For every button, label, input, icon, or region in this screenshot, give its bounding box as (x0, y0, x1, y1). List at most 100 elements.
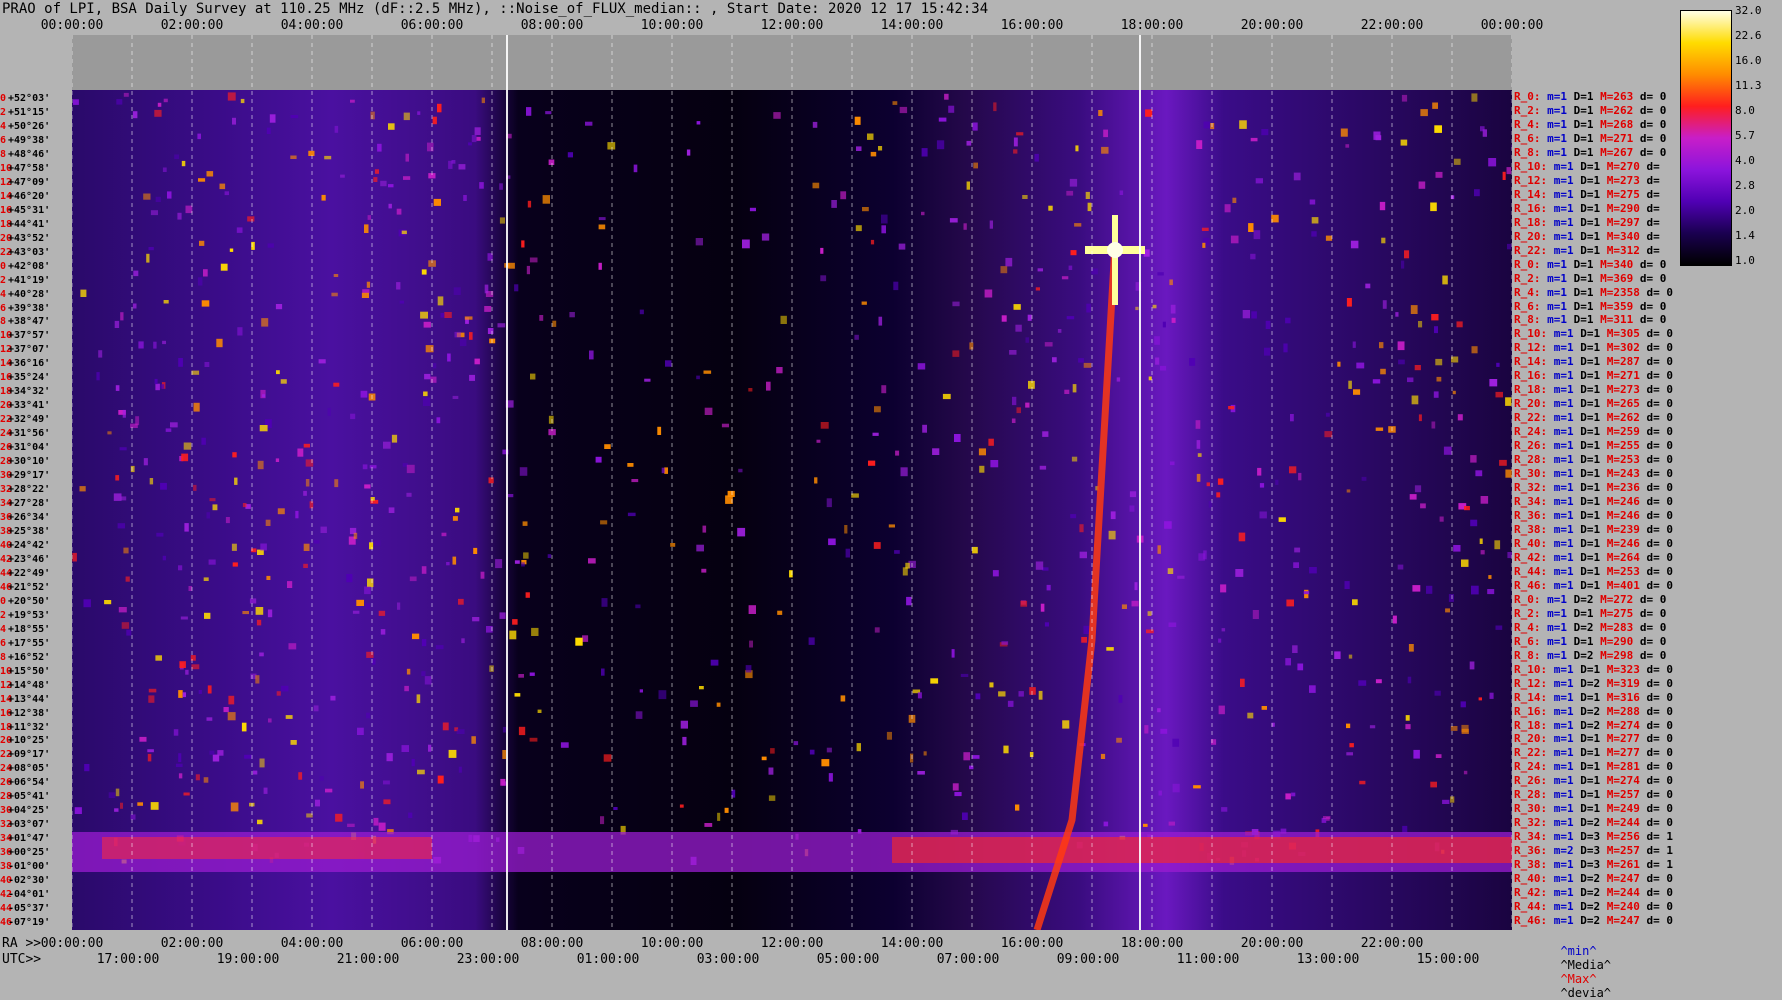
beam-stat-d: d= 1 (1646, 830, 1674, 844)
beam-stat-m: m=1 (1553, 900, 1574, 914)
dec-label-row: 12+14°48' (0, 679, 72, 693)
colorbar-tick-label: 16.0 (1735, 54, 1762, 67)
beam-stat-D: D=2 (1580, 704, 1601, 718)
dec-label-row: 46-07°19' (0, 916, 72, 930)
dec-index: 36 (0, 847, 13, 859)
colorbar-tick-label: 4.0 (1735, 154, 1755, 167)
beam-stat-r: R_26: (1514, 439, 1548, 453)
beam-stat-m: m=1 (1553, 411, 1574, 425)
beam-stat-M: M=290 (1600, 634, 1634, 648)
dec-label-row: 10+47°58' (0, 162, 72, 176)
beam-stat-r: R_2: (1514, 103, 1541, 117)
dec-index: 4 (0, 120, 7, 132)
beam-stat-r: R_46: (1514, 578, 1548, 592)
dec-label-row: 14+46°20' (0, 190, 72, 204)
beam-stat-m: m=1 (1553, 467, 1574, 481)
beam-stat-d: d= 0 (1639, 103, 1667, 117)
dec-label-row: 2 +41°19' (0, 274, 72, 288)
dec-value: +12°38' (8, 707, 51, 719)
beam-stat-r: R_18: (1514, 215, 1548, 229)
beam-stat-d: d= 0 (1646, 788, 1674, 802)
beam-stat-m: m=1 (1553, 774, 1574, 788)
dec-index: 34 (0, 833, 13, 845)
beam-stat-r: R_42: (1514, 886, 1548, 900)
beam-stat-r: R_36: (1514, 844, 1548, 858)
beam-stat-m: m=1 (1553, 578, 1574, 592)
beam-stats-row: R_0: m=1 D=2 M=272 d= 0 (1514, 593, 1673, 607)
beam-stats-row: R_8: m=1 D=1 M=311 d= 0 (1514, 313, 1673, 327)
beam-stat-M: M=256 (1606, 830, 1640, 844)
dec-index: 46 (0, 917, 13, 929)
chart-title: PRAO of LPI, BSA Daily Survey at 110.25 … (2, 1, 989, 17)
beam-stats-row: R_8: m=1 D=2 M=298 d= 0 (1514, 649, 1673, 663)
beam-stat-m: m=1 (1553, 662, 1574, 676)
top-axis-tick: 20:00:00 (1240, 18, 1304, 33)
beam-stat-r: R_36: (1514, 509, 1548, 522)
beam-stats-row: R_20: m=1 D=1 M=277 d= 0 (1514, 732, 1680, 746)
beam-stat-d: d= 0 (1646, 872, 1674, 886)
beam-stats-row: R_2: m=1 D=1 M=262 d= 0 (1514, 104, 1673, 118)
beam-stat-D: D=3 (1580, 844, 1601, 858)
beam-stat-M: M=2358 (1600, 285, 1640, 299)
dec-value: -04°01' (8, 889, 51, 901)
beam-stat-m: m=1 (1553, 159, 1574, 173)
dec-value: +41°19' (8, 274, 51, 286)
beam-stat-D: D=3 (1580, 830, 1601, 844)
beam-stat-D: D=1 (1573, 299, 1594, 313)
dec-label-row: 4 +18°55' (0, 623, 72, 637)
dec-label-row: 46+21°52' (0, 581, 72, 595)
beam-stat-d: d= 0 (1646, 718, 1674, 732)
beam-stat-M: M=277 (1606, 746, 1640, 760)
beam-stat-r: R_16: (1514, 704, 1548, 718)
beam-stat-d: d= 0 (1646, 802, 1674, 816)
dec-value: +05°41' (8, 791, 51, 803)
dec-value: +37°57' (8, 330, 51, 342)
dec-label-row: 36+00°25' (0, 846, 72, 860)
dec-index: 40 (0, 539, 13, 551)
beam-stat-m: m=1 (1553, 746, 1574, 760)
dec-index: 2 (0, 609, 7, 621)
beam-stat-d: d= 0 (1646, 355, 1674, 369)
dec-index: 10 (0, 162, 13, 174)
dec-index: 2 (0, 274, 7, 286)
dec-index: 0 (0, 260, 7, 272)
beam-stat-D: D=1 (1580, 522, 1601, 536)
ra_axis-tick: 04:00:00 (280, 936, 344, 951)
beam-stats-row: R_16: m=1 D=2 M=288 d= 0 (1514, 705, 1680, 719)
beam-stat-m: m=1 (1553, 760, 1574, 774)
beam-stat-D: D=1 (1580, 774, 1601, 788)
dec-label-row: 10+15°50' (0, 665, 72, 679)
dec-label-row: 22+32°49' (0, 413, 72, 427)
beam-stats-row: R_2: m=1 D=1 M=369 d= 0 (1514, 272, 1673, 286)
beam-stat-m: m=1 (1547, 103, 1567, 117)
galactic-band-hot-left (102, 837, 432, 859)
dec-index: 16 (0, 372, 13, 384)
dec-label-row: 40-02°30' (0, 874, 72, 888)
beam-stat-m: m=1 (1553, 872, 1574, 886)
dec-label-row: 18+34°32' (0, 385, 72, 399)
beam-stat-m: m=1 (1547, 592, 1567, 606)
colorbar-tick-label: 2.8 (1735, 179, 1755, 192)
dec-value: +34°32' (8, 386, 51, 398)
colorbar-tick-label: 8.0 (1735, 104, 1755, 117)
top-axis-tick: 00:00:00 (40, 18, 104, 33)
beam-stat-m: m=1 (1547, 117, 1567, 131)
beam-stat-m: m=1 (1547, 285, 1567, 299)
beam-stat-M: M=359 (1600, 299, 1634, 313)
beam-stats-row: R_12: m=1 D=1 M=302 d= 0 (1514, 341, 1680, 355)
beam-stat-M: M=236 (1606, 481, 1640, 495)
utc_axis-tick: 21:00:00 (336, 952, 400, 967)
beam-stat-m: m=1 (1553, 327, 1574, 341)
beam-stat-M: M=277 (1606, 732, 1640, 746)
beam-stat-m: m=1 (1553, 243, 1574, 257)
utc_axis-tick: 13:00:00 (1296, 952, 1360, 967)
dec-index: 0 (0, 595, 7, 607)
dec-value: +22°49' (8, 567, 51, 579)
spectrogram-plot (72, 35, 1512, 930)
beam-stat-M: M=312 (1606, 243, 1640, 257)
beam-stat-d: d= 0 (1646, 425, 1674, 439)
dec-value: +23°46' (8, 553, 51, 565)
dec-value: +52°03' (8, 93, 51, 104)
dec-value: +00°25' (8, 847, 51, 859)
beam-stat-r: R_26: (1514, 774, 1548, 788)
